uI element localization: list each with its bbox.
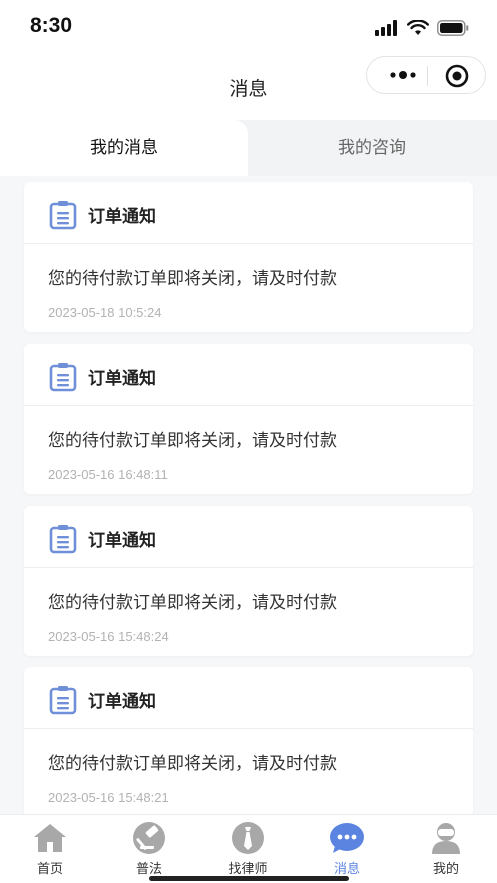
message-tabs: 我的消息 我的咨询: [0, 120, 497, 176]
message-list[interactable]: 订单通知 您的待付款订单即将关闭，请及时付款 2023-05-18 10:5:2…: [0, 176, 497, 814]
clipboard-icon: [49, 686, 77, 715]
home-indicator: [149, 876, 349, 881]
status-time: 8:30: [30, 14, 73, 37]
tab-my-messages[interactable]: 我的消息: [0, 120, 248, 176]
clipboard-icon: [49, 201, 77, 230]
message-card-header: 订单通知: [24, 667, 473, 729]
message-title: 订单通知: [88, 531, 156, 551]
message-time: 2023-05-16 16:48:11: [48, 467, 168, 482]
bottom-tab-bar: 首页 普法 找律师 消息 我的: [0, 814, 497, 883]
tabbar-label: 消息: [333, 862, 360, 877]
tabbar-label: 首页: [36, 862, 63, 877]
capsule-divider: [427, 66, 428, 86]
message-body: 您的待付款订单即将关闭，请及时付款: [48, 269, 337, 289]
message-title: 订单通知: [88, 369, 156, 389]
message-time: 2023-05-16 15:48:21: [48, 790, 169, 805]
status-bar: 8:30: [0, 0, 497, 54]
clipboard-icon: [49, 363, 77, 392]
tabbar-item-home[interactable]: 首页: [10, 821, 90, 877]
close-mini-program-icon[interactable]: [445, 64, 469, 88]
signal-icon: [375, 20, 397, 36]
message-card[interactable]: 订单通知 您的待付款订单即将关闭，请及时付款 2023-05-16 16:48:…: [24, 344, 473, 494]
more-options-icon[interactable]: [385, 68, 425, 82]
message-title: 订单通知: [88, 207, 156, 227]
message-time: 2023-05-16 15:48:24: [48, 629, 169, 644]
tabbar-item-law[interactable]: 普法: [109, 821, 189, 877]
message-card-header: 订单通知: [24, 344, 473, 406]
message-body: 您的待付款订单即将关闭，请及时付款: [48, 593, 337, 613]
message-title: 订单通知: [88, 692, 156, 712]
lawyer-tie-icon: [232, 822, 264, 854]
message-time: 2023-05-18 10:5:24: [48, 305, 162, 320]
message-card[interactable]: 订单通知 您的待付款订单即将关闭，请及时付款 2023-05-16 15:48:…: [24, 667, 473, 814]
profile-icon: [432, 823, 460, 854]
tabbar-label: 普法: [135, 862, 162, 877]
tab-my-consultations[interactable]: 我的咨询: [248, 120, 496, 176]
clipboard-icon: [49, 525, 77, 554]
navigation-bar: 消息: [0, 54, 497, 120]
message-card-header: 订单通知: [24, 182, 473, 244]
message-card[interactable]: 订单通知 您的待付款订单即将关闭，请及时付款 2023-05-18 10:5:2…: [24, 182, 473, 332]
battery-icon: [437, 20, 469, 36]
chat-bubble-icon: [330, 823, 364, 853]
mini-program-capsule: [366, 56, 486, 94]
home-icon: [34, 824, 66, 852]
tabbar-item-profile[interactable]: 我的: [406, 821, 486, 877]
tabbar-item-messages[interactable]: 消息: [307, 821, 387, 877]
status-icons: [375, 18, 469, 38]
message-body: 您的待付款订单即将关闭，请及时付款: [48, 431, 337, 451]
message-body: 您的待付款订单即将关闭，请及时付款: [48, 754, 337, 774]
message-card[interactable]: 订单通知 您的待付款订单即将关闭，请及时付款 2023-05-16 15:48:…: [24, 506, 473, 656]
message-card-header: 订单通知: [24, 506, 473, 568]
tabbar-label: 找律师: [228, 862, 268, 877]
wifi-icon: [407, 20, 429, 35]
tabbar-item-find-lawyer[interactable]: 找律师: [208, 821, 288, 877]
tabbar-label: 我的: [432, 862, 459, 877]
gavel-icon: [133, 822, 165, 854]
